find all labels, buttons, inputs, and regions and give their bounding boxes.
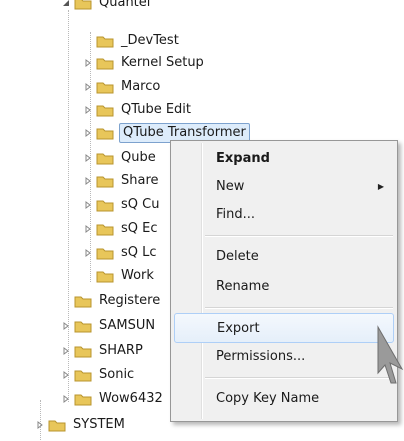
tree-item-label: SAMSUN xyxy=(99,317,156,333)
folder-icon xyxy=(74,319,92,333)
tree-item-label: SHARP xyxy=(99,342,143,358)
expand-arrow-icon[interactable] xyxy=(60,320,72,332)
expand-arrow-icon[interactable] xyxy=(82,81,94,93)
tree-item-marco[interactable]: Marco xyxy=(82,76,162,97)
tree-item-label: sQ Ec xyxy=(121,220,158,236)
tree-item-samsung[interactable]: SAMSUN xyxy=(60,315,157,336)
tree-item-label: sQ Cu xyxy=(121,196,160,212)
tree-item-label: Sonic xyxy=(99,366,135,382)
tree-item-wow6432[interactable]: Wow6432 xyxy=(60,388,165,409)
expand-arrow-icon[interactable] xyxy=(60,393,72,405)
folder-icon xyxy=(74,392,92,406)
menu-item-label: Delete xyxy=(216,248,259,264)
tree-item-label: Wow6432 xyxy=(99,390,163,406)
mouse-cursor-icon xyxy=(376,325,404,389)
folder-icon xyxy=(48,418,66,432)
tree-item-qtube-edit[interactable]: QTube Edit xyxy=(82,99,193,120)
tree-item-share[interactable]: Share xyxy=(82,170,161,191)
tree-item-registered[interactable]: Registere xyxy=(60,290,162,311)
folder-icon xyxy=(74,0,92,10)
folder-icon xyxy=(96,222,114,236)
tree-item-label: Share xyxy=(121,172,159,188)
tree-item-label: sQ Lc xyxy=(121,244,157,260)
expand-arrow-icon[interactable] xyxy=(82,152,94,164)
menu-item-expand[interactable]: Expand xyxy=(174,144,394,172)
tree-item-system[interactable]: SYSTEM xyxy=(34,414,127,435)
expand-arrow-icon[interactable] xyxy=(60,345,72,357)
folder-icon xyxy=(96,174,114,188)
menu-item-label: Copy Key Name xyxy=(216,390,320,406)
menu-item-permissions[interactable]: Permissions... xyxy=(174,342,394,370)
tree-item-label: Marco xyxy=(121,78,161,94)
tree-item-sq-cu[interactable]: sQ Cu xyxy=(82,194,161,215)
tree-item-sq-lc[interactable]: sQ Lc xyxy=(82,242,159,263)
expand-arrow-icon[interactable] xyxy=(82,127,94,139)
menu-item-label: Rename xyxy=(216,278,270,294)
tree-item-qube[interactable]: Qube xyxy=(82,147,158,168)
menu-item-label: New xyxy=(216,178,245,194)
folder-icon xyxy=(96,80,114,94)
menu-item-rename[interactable]: Rename xyxy=(174,272,394,300)
tree-item-sharp[interactable]: SHARP xyxy=(60,340,145,361)
menu-item-find[interactable]: Find... xyxy=(174,200,394,228)
menu-separator xyxy=(205,235,393,237)
expand-arrow-icon[interactable] xyxy=(82,247,94,259)
menu-separator xyxy=(205,377,393,379)
folder-icon xyxy=(96,56,114,70)
folder-icon xyxy=(96,269,114,283)
tree-item-label: Work xyxy=(121,267,154,283)
folder-icon xyxy=(96,126,114,140)
folder-icon xyxy=(96,151,114,165)
expand-arrow-icon[interactable] xyxy=(82,104,94,116)
expand-arrow-icon[interactable] xyxy=(82,199,94,211)
menu-item-label: Find... xyxy=(216,206,256,222)
menu-item-copy-key-name[interactable]: Copy Key Name xyxy=(174,384,394,412)
context-menu: Expand New ▶ Find... Delete Rename Expor… xyxy=(170,140,398,422)
expand-arrow-icon[interactable] xyxy=(60,369,72,381)
tree-item-label: _DevTest xyxy=(121,32,179,48)
submenu-arrow-icon: ▶ xyxy=(377,181,384,191)
expand-arrow-icon[interactable] xyxy=(82,223,94,235)
tree-item-quantel[interactable]: Quantel xyxy=(60,0,152,13)
folder-icon xyxy=(96,246,114,260)
folder-icon xyxy=(96,198,114,212)
tree-item-label: Quantel xyxy=(99,0,151,10)
menu-item-new[interactable]: New ▶ xyxy=(174,172,394,200)
tree-item-devtest[interactable]: _DevTest xyxy=(82,30,181,51)
tree-item-work[interactable]: Work xyxy=(82,265,156,286)
menu-item-delete[interactable]: Delete xyxy=(174,242,394,270)
expand-arrow-icon[interactable] xyxy=(34,419,46,431)
tree-item-label: Kernel Setup xyxy=(121,54,204,70)
menu-item-label: Expand xyxy=(216,150,270,166)
folder-icon xyxy=(96,103,114,117)
menu-separator xyxy=(205,307,393,309)
folder-icon xyxy=(96,34,114,48)
tree-item-label: QTube Edit xyxy=(121,101,191,117)
folder-icon xyxy=(74,294,92,308)
tree-item-sq-ec[interactable]: sQ Ec xyxy=(82,218,160,239)
folder-icon xyxy=(74,368,92,382)
expand-arrow-icon[interactable] xyxy=(82,57,94,69)
tree-item-sonic[interactable]: Sonic xyxy=(60,364,136,385)
collapse-arrow-icon[interactable] xyxy=(60,0,72,9)
menu-item-label: Export xyxy=(217,320,260,336)
tree-item-kernel-setup[interactable]: Kernel Setup xyxy=(82,52,206,73)
tree-item-label: Registere xyxy=(99,292,161,308)
expand-arrow-icon[interactable] xyxy=(82,175,94,187)
folder-icon xyxy=(74,344,92,358)
tree-item-label: SYSTEM xyxy=(73,416,125,432)
menu-item-export[interactable]: Export xyxy=(174,313,394,343)
tree-item-label: Qube xyxy=(121,149,156,165)
menu-item-label: Permissions... xyxy=(216,348,306,364)
